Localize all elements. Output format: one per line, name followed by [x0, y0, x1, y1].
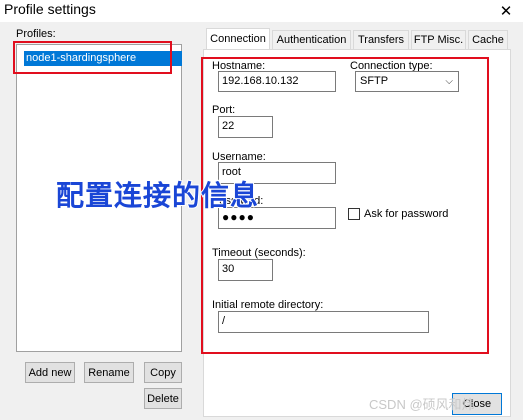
watermark: CSDN @硕风和炜 — [369, 397, 475, 412]
annotation-highlight-profile — [13, 41, 172, 74]
rename-button[interactable]: Rename — [84, 362, 134, 383]
tab-ftp-misc[interactable]: FTP Misc. — [411, 30, 466, 49]
tab-connection[interactable]: Connection — [206, 28, 270, 50]
annotation-text: 配置连接的信息 — [55, 178, 260, 213]
tab-cache[interactable]: Cache — [468, 30, 508, 49]
copy-button[interactable]: Copy — [144, 362, 182, 383]
profiles-label: Profiles: — [16, 28, 56, 40]
tab-authentication[interactable]: Authentication — [272, 30, 351, 49]
add-new-button[interactable]: Add new — [25, 362, 75, 383]
tab-transfers[interactable]: Transfers — [353, 30, 409, 49]
delete-button[interactable]: Delete — [144, 388, 182, 409]
window-title: Profile settings — [4, 1, 96, 17]
close-icon[interactable]: ✕ — [496, 2, 516, 20]
